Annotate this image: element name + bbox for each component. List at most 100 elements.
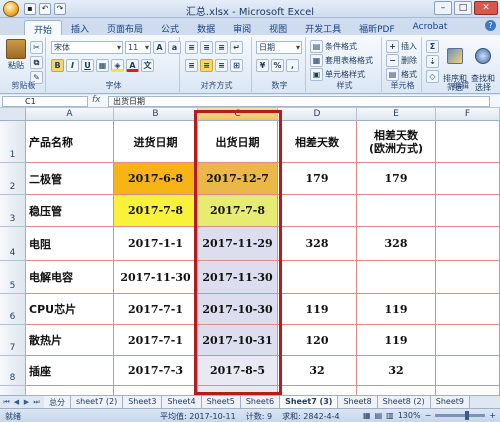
cell-b6[interactable]: 2017-7-1 — [114, 294, 198, 325]
cell-a4[interactable]: 电阻 — [26, 227, 114, 261]
align-center-icon[interactable]: ≡ — [200, 59, 213, 72]
tab-formulas[interactable]: 公式 — [152, 20, 188, 35]
cell-b9[interactable]: 2017-9-10 — [114, 386, 198, 395]
cell-c7[interactable]: 2017-10-31 — [198, 325, 278, 356]
tab-review[interactable]: 审阅 — [224, 20, 260, 35]
row-header[interactable]: 6 — [0, 294, 26, 325]
cell-d3[interactable] — [278, 195, 357, 227]
cell-b2[interactable]: 2017-6-8 — [114, 163, 198, 195]
sheet-tab[interactable]: Sheet9 — [430, 396, 470, 408]
sheet-tab[interactable]: Sheet6 — [240, 396, 281, 408]
column-header-a[interactable]: A — [26, 108, 114, 121]
prev-sheet-icon[interactable]: ◀ — [12, 397, 21, 407]
tab-data[interactable]: 数据 — [188, 20, 224, 35]
cell-a8[interactable]: 插座 — [26, 356, 114, 386]
row-header[interactable]: 7 — [0, 325, 26, 356]
cell-a9[interactable]: 电源模块 — [26, 386, 114, 395]
cell-c4[interactable]: 2017-11-29 — [198, 227, 278, 261]
tab-view[interactable]: 视图 — [260, 20, 296, 35]
insert-button[interactable]: + 插入 — [386, 40, 417, 53]
underline-button[interactable]: U — [81, 59, 94, 72]
align-right-icon[interactable]: ≡ — [215, 59, 228, 72]
zoom-out-icon[interactable]: − — [425, 411, 432, 420]
phonetic-icon[interactable]: 文 — [141, 59, 154, 72]
column-header-c[interactable]: C — [198, 108, 278, 121]
zoom-slider[interactable] — [435, 411, 486, 420]
cell-e5[interactable] — [357, 261, 436, 294]
cell-c1[interactable]: 出货日期 — [198, 121, 278, 163]
cell-e7[interactable]: 119 — [357, 325, 436, 356]
sheet-tab[interactable]: Sheet3 — [123, 396, 163, 408]
cell-a7[interactable]: 散热片 — [26, 325, 114, 356]
close-button[interactable]: ✕ — [474, 1, 498, 15]
name-box[interactable]: C1 — [2, 96, 88, 107]
cell-e8[interactable]: 32 — [357, 356, 436, 386]
tab-home[interactable]: 开始 — [24, 20, 63, 36]
comma-icon[interactable]: , — [286, 59, 299, 72]
minimize-button[interactable]: – — [434, 1, 452, 15]
column-header-e[interactable]: E — [357, 108, 436, 121]
sheet-tab-active[interactable]: Sheet7 (3) — [280, 396, 339, 408]
row-header[interactable]: 5 — [0, 261, 26, 294]
row-header[interactable]: 1 — [0, 121, 26, 163]
copy-icon[interactable]: ⧉ — [30, 56, 43, 69]
cell-d6[interactable]: 119 — [278, 294, 357, 325]
cell-b8[interactable]: 2017-7-3 — [114, 356, 198, 386]
cell-d9[interactable] — [278, 386, 357, 395]
column-header-b[interactable]: B — [114, 108, 198, 121]
last-sheet-icon[interactable]: ⏭ — [32, 397, 41, 407]
page-layout-view-icon[interactable]: ▤ — [375, 411, 383, 420]
cell-f3[interactable] — [436, 195, 500, 227]
column-header-d[interactable]: D — [278, 108, 357, 121]
cell-d7[interactable]: 120 — [278, 325, 357, 356]
currency-icon[interactable]: ¥ — [256, 59, 269, 72]
row-header[interactable]: 3 — [0, 195, 26, 227]
cell-f4[interactable] — [436, 227, 500, 261]
help-icon[interactable]: ? — [485, 20, 496, 31]
sheet-tab[interactable]: sheet7 (2) — [71, 396, 124, 408]
sheet-tab[interactable]: Sheet8 (2) — [377, 396, 431, 408]
cut-icon[interactable]: ✂ — [30, 41, 43, 54]
tab-developer[interactable]: 开发工具 — [296, 20, 350, 35]
tab-insert[interactable]: 插入 — [62, 20, 98, 35]
row-header[interactable]: 9 — [0, 386, 26, 395]
conditional-format-button[interactable]: ▤ 条件格式 — [310, 40, 357, 53]
cell-e1[interactable]: 相差天数 (欧洲方式) — [357, 121, 436, 163]
cell-d2[interactable]: 179 — [278, 163, 357, 195]
row-header[interactable]: 4 — [0, 227, 26, 261]
cell-e9[interactable]: 119 — [357, 386, 436, 395]
cell-f9[interactable]: 119 — [436, 386, 500, 395]
first-sheet-icon[interactable]: ⏮ — [2, 397, 11, 407]
zoom-slider-thumb[interactable] — [465, 411, 470, 420]
format-as-table-button[interactable]: ▦ 套用表格格式 — [310, 54, 373, 67]
sheet-tab[interactable]: Sheet5 — [201, 396, 241, 408]
cell-b5[interactable]: 2017-11-30 — [114, 261, 198, 294]
align-top-icon[interactable]: ≡ — [185, 41, 198, 54]
select-all-corner[interactable] — [0, 108, 26, 121]
cell-f6[interactable] — [436, 294, 500, 325]
fill-icon[interactable]: ⇣ — [426, 55, 439, 68]
align-left-icon[interactable]: ≡ — [185, 59, 198, 72]
font-color-icon[interactable]: A — [126, 59, 139, 72]
tab-acrobat[interactable]: Acrobat — [404, 20, 457, 35]
normal-view-icon[interactable]: ▦ — [363, 411, 371, 420]
bold-button[interactable]: B — [51, 59, 64, 72]
row-header[interactable]: 8 — [0, 356, 26, 386]
cell-f7[interactable] — [436, 325, 500, 356]
cell-f8[interactable] — [436, 356, 500, 386]
cell-c8[interactable]: 2017-8-5 — [198, 356, 278, 386]
cell-e3[interactable] — [357, 195, 436, 227]
zoom-level[interactable]: 130% — [398, 411, 421, 420]
insert-function-icon[interactable]: fx — [92, 95, 101, 105]
percent-icon[interactable]: % — [271, 59, 284, 72]
cell-e2[interactable]: 179 — [357, 163, 436, 195]
cell-e4[interactable]: 328 — [357, 227, 436, 261]
cell-b3[interactable]: 2017-7-8 — [114, 195, 198, 227]
sheet-tab[interactable]: 总分 — [44, 396, 71, 408]
tab-foxit-pdf[interactable]: 福昕PDF — [350, 20, 404, 35]
merge-center-icon[interactable]: ⊞ — [230, 59, 243, 72]
cell-c3[interactable]: 2017-7-8 — [198, 195, 278, 227]
cell-a1[interactable]: 产品名称 — [26, 121, 114, 163]
cell-b1[interactable]: 进货日期 — [114, 121, 198, 163]
cell-d8[interactable]: 32 — [278, 356, 357, 386]
